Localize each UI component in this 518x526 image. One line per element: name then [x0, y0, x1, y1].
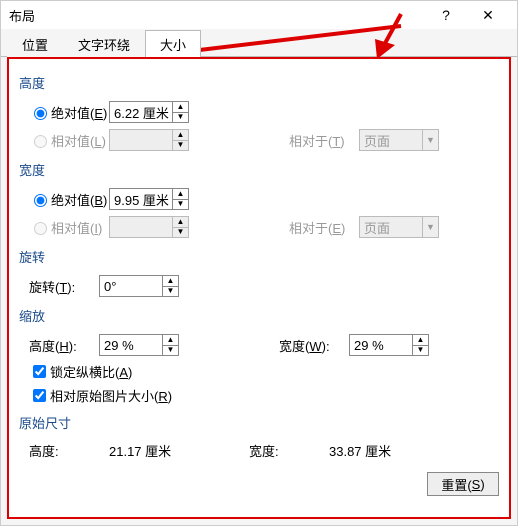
- spinner-height-absolute[interactable]: 6.22 厘米 ▲▼: [109, 101, 189, 123]
- value-original-width: 33.87 厘米: [329, 441, 391, 460]
- label-original-height: 高度:: [29, 441, 109, 460]
- spinner-width-relative: ▲▼: [109, 216, 189, 238]
- close-button[interactable]: ✕: [467, 3, 509, 27]
- window-title: 布局: [9, 6, 425, 25]
- layout-dialog: 布局 ? ✕ 位置 文字环绕 大小 高度 绝对值(E) 6.22 厘米 ▲▼ 相…: [0, 0, 518, 526]
- spin-up-icon: ▲: [173, 217, 188, 228]
- label-height-relative-to: 相对于(T): [289, 131, 359, 150]
- spin-up-icon[interactable]: ▲: [173, 102, 188, 113]
- spin-up-icon[interactable]: ▲: [163, 276, 178, 287]
- spinner-width-absolute[interactable]: 9.95 厘米 ▲▼: [109, 188, 189, 210]
- tab-position[interactable]: 位置: [7, 30, 63, 57]
- spin-down-icon[interactable]: ▼: [163, 346, 178, 356]
- label-scale-width: 宽度(W):: [279, 336, 349, 355]
- section-width: 宽度: [19, 160, 499, 179]
- checkbox-lock-aspect[interactable]: 锁定纵横比(A): [29, 359, 499, 383]
- radio-width-relative-input: [34, 222, 47, 235]
- section-scale: 缩放: [19, 306, 499, 325]
- spin-up-icon[interactable]: ▲: [173, 189, 188, 200]
- section-original: 原始尺寸: [19, 413, 499, 432]
- radio-height-relative[interactable]: 相对值(L): [29, 131, 109, 150]
- section-height: 高度: [19, 73, 499, 92]
- spin-down-icon[interactable]: ▼: [173, 113, 188, 123]
- spin-down-icon: ▼: [173, 141, 188, 151]
- spinner-height-relative: ▲▼: [109, 129, 189, 151]
- label-original-width: 宽度:: [249, 441, 329, 460]
- spin-up-icon[interactable]: ▲: [413, 335, 428, 346]
- chevron-down-icon: ▼: [422, 217, 438, 237]
- radio-height-relative-input: [34, 135, 47, 148]
- label-scale-height: 高度(H):: [29, 336, 99, 355]
- tab-size[interactable]: 大小: [145, 30, 201, 57]
- select-height-relative-to: 页面 ▼: [359, 129, 439, 151]
- section-rotation: 旋转: [19, 247, 499, 266]
- label-rotation: 旋转(T):: [29, 277, 99, 296]
- radio-width-absolute[interactable]: 绝对值(B): [29, 190, 109, 209]
- spin-up-icon: ▲: [173, 130, 188, 141]
- checkbox-lock-aspect-input[interactable]: [33, 365, 46, 378]
- select-width-relative-to: 页面 ▼: [359, 216, 439, 238]
- label-width-relative-to: 相对于(E): [289, 218, 359, 237]
- spinner-scale-height[interactable]: 29 % ▲▼: [99, 334, 179, 356]
- radio-width-relative[interactable]: 相对值(I): [29, 218, 109, 237]
- help-button[interactable]: ?: [425, 3, 467, 27]
- spin-down-icon: ▼: [173, 228, 188, 238]
- size-panel: 高度 绝对值(E) 6.22 厘米 ▲▼ 相对值(L) ▲▼ 相对于(T) 页面: [7, 57, 511, 519]
- value-original-height: 21.17 厘米: [109, 441, 249, 460]
- spin-down-icon[interactable]: ▼: [163, 287, 178, 297]
- spin-down-icon[interactable]: ▼: [413, 346, 428, 356]
- radio-height-absolute-input[interactable]: [34, 107, 47, 120]
- chevron-down-icon: ▼: [422, 130, 438, 150]
- checkbox-relative-original[interactable]: 相对原始图片大小(R): [29, 383, 499, 407]
- spinner-scale-width[interactable]: 29 % ▲▼: [349, 334, 429, 356]
- titlebar: 布局 ? ✕: [1, 1, 517, 29]
- spin-down-icon[interactable]: ▼: [173, 200, 188, 210]
- checkbox-relative-original-input[interactable]: [33, 389, 46, 402]
- tabstrip: 位置 文字环绕 大小: [1, 29, 517, 57]
- reset-button[interactable]: 重置(S): [427, 472, 499, 496]
- spinner-rotation[interactable]: 0° ▲▼: [99, 275, 179, 297]
- radio-width-absolute-input[interactable]: [34, 194, 47, 207]
- tab-text-wrap[interactable]: 文字环绕: [63, 30, 145, 57]
- spin-up-icon[interactable]: ▲: [163, 335, 178, 346]
- radio-height-absolute[interactable]: 绝对值(E): [29, 103, 109, 122]
